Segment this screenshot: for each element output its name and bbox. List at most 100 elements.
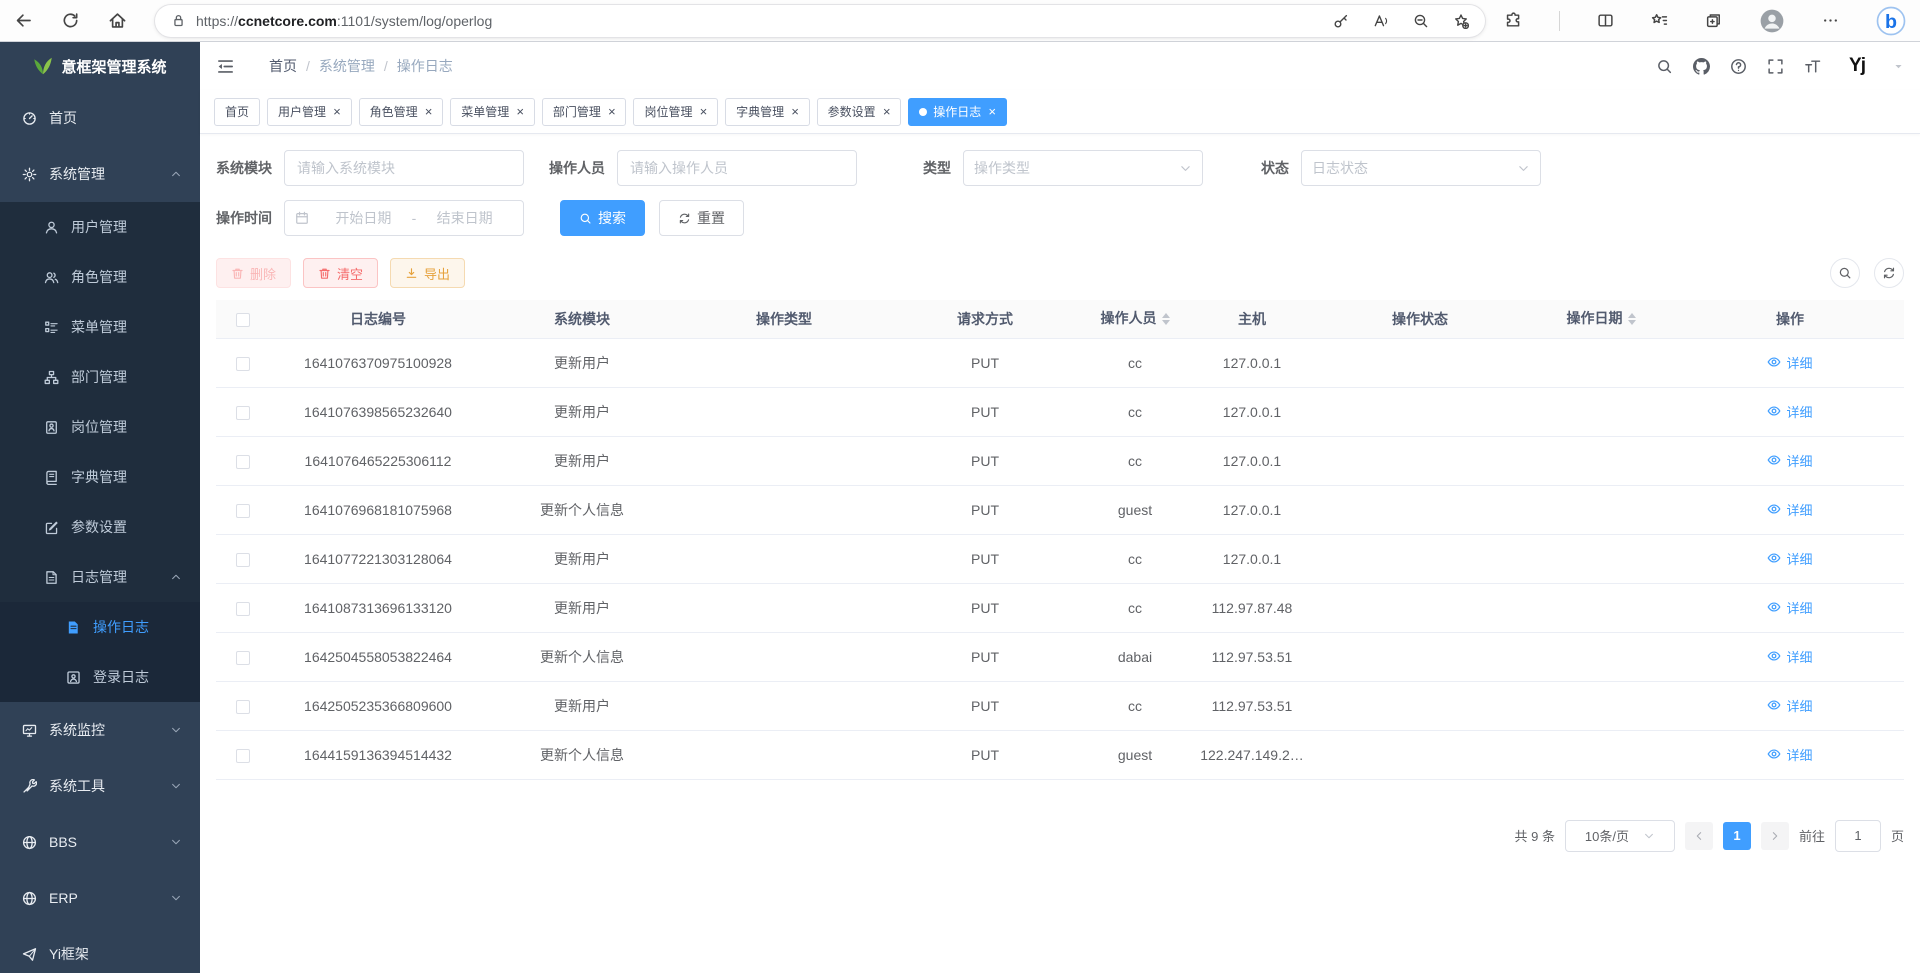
avatar-caret-icon[interactable]	[1893, 61, 1904, 72]
sidebar-item[interactable]: 菜单管理	[0, 302, 200, 352]
date-range-input[interactable]: 开始日期 - 结束日期	[284, 200, 524, 236]
close-icon[interactable]: ×	[883, 105, 891, 118]
sidebar-item[interactable]: ERP	[0, 870, 200, 926]
operator-input[interactable]	[617, 150, 857, 186]
column-header[interactable]: 请求方式	[890, 300, 1080, 338]
row-checkbox[interactable]	[236, 357, 250, 371]
next-page-button[interactable]	[1761, 822, 1789, 850]
column-header[interactable]: 主机	[1190, 300, 1314, 338]
column-header[interactable]: 操作类型	[678, 300, 890, 338]
sidebar-item[interactable]: 登录日志	[0, 652, 200, 702]
close-icon[interactable]: ×	[608, 105, 616, 118]
end-date-placeholder[interactable]: 结束日期	[416, 208, 513, 228]
column-header[interactable]: 操作人员	[1080, 300, 1190, 338]
row-checkbox[interactable]	[236, 406, 250, 420]
page-size-select[interactable]: 10条/页	[1565, 820, 1675, 852]
column-header[interactable]: 日志编号	[270, 300, 486, 338]
sidebar-item[interactable]: 系统监控	[0, 702, 200, 758]
font-size-icon[interactable]	[1804, 58, 1821, 75]
clear-button[interactable]: 清空	[303, 258, 378, 288]
status-select[interactable]: 日志状态	[1301, 150, 1541, 186]
close-icon[interactable]: ×	[988, 105, 996, 118]
column-header[interactable]: 系统模块	[486, 300, 678, 338]
export-button[interactable]: 导出	[390, 258, 465, 288]
row-checkbox[interactable]	[236, 455, 250, 469]
sidebar-item[interactable]: 日志管理	[0, 552, 200, 602]
more-menu-icon[interactable]	[1822, 12, 1839, 29]
home-icon[interactable]	[108, 11, 127, 30]
help-icon[interactable]	[1730, 58, 1747, 75]
column-header[interactable]: 操作状态	[1314, 300, 1526, 338]
sidebar-item[interactable]: 系统管理	[0, 146, 200, 202]
sidebar-toggle-icon[interactable]	[216, 57, 235, 76]
view-tab[interactable]: 岗位管理 ×	[633, 98, 718, 126]
breadcrumb-item[interactable]: /系统管理	[297, 56, 375, 76]
sort-icon[interactable]	[1628, 309, 1636, 329]
breadcrumb-item[interactable]: 首页	[251, 56, 297, 76]
sidebar-item[interactable]: 部门管理	[0, 352, 200, 402]
detail-link[interactable]: 详细	[1767, 647, 1812, 666]
address-bar[interactable]: https://ccnetcore.com:1101/system/log/op…	[155, 5, 1485, 37]
zoom-out-icon[interactable]	[1413, 13, 1429, 29]
view-tab[interactable]: 字典管理 ×	[725, 98, 810, 126]
split-screen-icon[interactable]	[1597, 12, 1614, 29]
detail-link[interactable]: 详细	[1767, 549, 1812, 568]
sort-icon[interactable]	[1162, 309, 1170, 329]
breadcrumb-item[interactable]: /操作日志	[375, 56, 453, 76]
table-search-button[interactable]	[1830, 258, 1860, 288]
sidebar-item[interactable]: 用户管理	[0, 202, 200, 252]
sidebar-item[interactable]: 岗位管理	[0, 402, 200, 452]
browser-profile-avatar[interactable]	[1759, 8, 1785, 34]
detail-link[interactable]: 详细	[1767, 451, 1812, 470]
view-tab[interactable]: 部门管理 ×	[542, 98, 627, 126]
select-all-checkbox[interactable]	[236, 313, 250, 327]
sidebar-item[interactable]: 首页	[0, 90, 200, 146]
sidebar-item[interactable]: Yi框架	[0, 926, 200, 973]
back-icon[interactable]	[14, 11, 33, 30]
detail-link[interactable]: 详细	[1767, 745, 1812, 764]
user-avatar[interactable]: Yj	[1841, 50, 1873, 82]
view-tab[interactable]: 菜单管理 ×	[450, 98, 535, 126]
row-checkbox[interactable]	[236, 553, 250, 567]
sidebar-item[interactable]: 操作日志	[0, 602, 200, 652]
favorites-icon[interactable]	[1651, 12, 1668, 29]
column-header[interactable]: 操作日期	[1526, 300, 1676, 338]
close-icon[interactable]: ×	[516, 105, 524, 118]
row-checkbox[interactable]	[236, 651, 250, 665]
detail-link[interactable]: 详细	[1767, 353, 1812, 372]
close-icon[interactable]: ×	[791, 105, 799, 118]
row-checkbox[interactable]	[236, 602, 250, 616]
detail-link[interactable]: 详细	[1767, 598, 1812, 617]
search-icon[interactable]	[1656, 58, 1673, 75]
github-icon[interactable]	[1693, 58, 1710, 75]
view-tab[interactable]: 参数设置 ×	[817, 98, 902, 126]
sidebar-item[interactable]: 字典管理	[0, 452, 200, 502]
reload-icon[interactable]	[61, 11, 80, 30]
password-key-icon[interactable]	[1333, 13, 1349, 29]
extensions-icon[interactable]	[1505, 12, 1522, 29]
view-tab[interactable]: 用户管理 ×	[267, 98, 352, 126]
sidebar-item[interactable]: 参数设置	[0, 502, 200, 552]
type-select[interactable]: 操作类型	[963, 150, 1203, 186]
detail-link[interactable]: 详细	[1767, 696, 1812, 715]
goto-page-input[interactable]	[1835, 820, 1881, 852]
favorite-add-icon[interactable]	[1453, 13, 1469, 29]
url-text[interactable]: https://ccnetcore.com:1101/system/log/op…	[196, 13, 492, 29]
view-tab[interactable]: 首页 ×	[214, 98, 260, 126]
fullscreen-icon[interactable]	[1767, 58, 1784, 75]
search-button[interactable]: 搜索	[560, 200, 645, 236]
detail-link[interactable]: 详细	[1767, 402, 1812, 421]
view-tab[interactable]: 操作日志 ×	[908, 98, 1007, 126]
row-checkbox[interactable]	[236, 700, 250, 714]
close-icon[interactable]: ×	[425, 105, 433, 118]
close-icon[interactable]: ×	[699, 105, 707, 118]
reset-button[interactable]: 重置	[659, 200, 744, 236]
module-input[interactable]	[284, 150, 524, 186]
read-aloud-icon[interactable]	[1373, 13, 1389, 29]
sidebar-item[interactable]: BBS	[0, 814, 200, 870]
prev-page-button[interactable]	[1685, 822, 1713, 850]
detail-link[interactable]: 详细	[1767, 500, 1812, 519]
collections-icon[interactable]	[1705, 12, 1722, 29]
row-checkbox[interactable]	[236, 504, 250, 518]
current-page-button[interactable]: 1	[1723, 822, 1751, 850]
